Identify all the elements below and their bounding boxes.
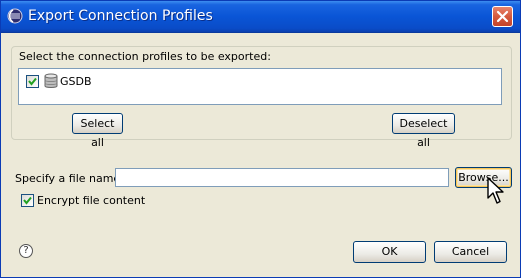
cancel-button[interactable]: Cancel: [434, 241, 507, 263]
eclipse-icon: [7, 8, 23, 24]
profiles-list[interactable]: GSDB: [18, 68, 502, 105]
select-all-button[interactable]: Select all: [72, 113, 123, 149]
help-icon[interactable]: ?: [19, 244, 33, 258]
mouse-cursor-icon: [487, 177, 504, 204]
file-name-input[interactable]: [115, 168, 449, 187]
file-name-label: Specify a file name:: [15, 172, 124, 185]
checkmark-icon: [28, 77, 37, 86]
title-bar[interactable]: Export Connection Profiles: [1, 1, 520, 33]
close-button[interactable]: [492, 6, 513, 27]
ok-button[interactable]: OK: [353, 241, 426, 263]
deselect-all-button[interactable]: Deselect all: [392, 113, 455, 149]
list-item[interactable]: GSDB: [26, 73, 92, 89]
database-icon: [44, 73, 58, 88]
encrypt-label: Encrypt file content: [37, 194, 146, 207]
gsdb-checkbox[interactable]: [26, 74, 39, 88]
checkmark-icon: [23, 196, 32, 205]
gsdb-label: GSDB: [60, 74, 92, 88]
profiles-group-label: Select the connection profiles to be exp…: [19, 50, 271, 63]
encrypt-option[interactable]: Encrypt file content: [21, 194, 145, 207]
window-title: Export Connection Profiles: [28, 8, 213, 24]
close-icon: [496, 10, 509, 23]
export-dialog: Export Connection Profiles Select the co…: [0, 0, 521, 278]
encrypt-checkbox[interactable]: [21, 194, 34, 207]
